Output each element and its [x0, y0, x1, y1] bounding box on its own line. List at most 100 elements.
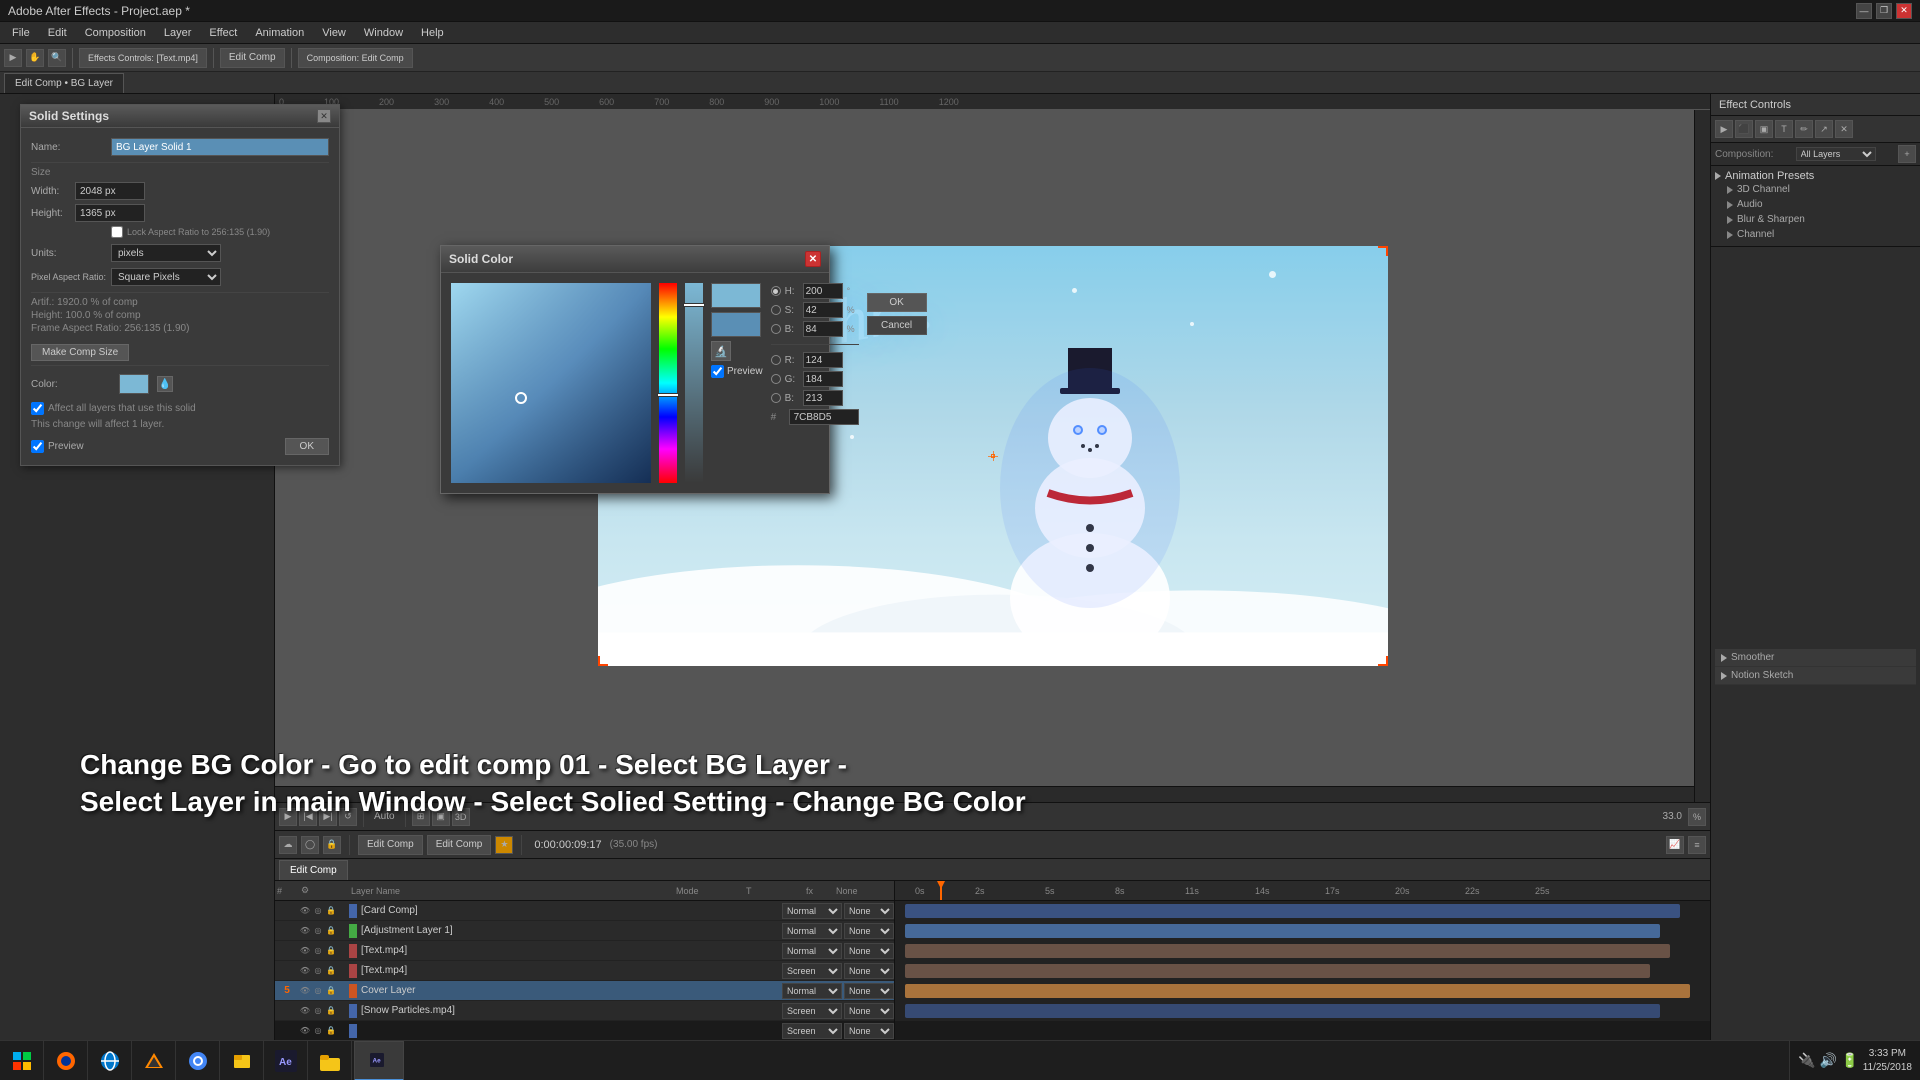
new-group-btn[interactable]: + — [1898, 145, 1916, 163]
layer-row-2[interactable]: 👁 ◎ 🔒 [Adjustment Layer 1] Normal None — [275, 921, 894, 941]
color-swatch[interactable] — [119, 374, 149, 394]
tool-zoom[interactable]: 🔍 — [48, 49, 66, 67]
layer-3-matte[interactable]: None — [844, 943, 894, 959]
close-button[interactable]: ✕ — [1896, 3, 1912, 19]
solid-color-ok-button[interactable]: OK — [867, 293, 927, 312]
ae-icon[interactable]: Ae — [264, 1041, 308, 1080]
layer-2-mode[interactable]: Normal — [782, 923, 842, 939]
playhead[interactable] — [940, 881, 942, 900]
tl-lock[interactable]: 🔒 — [323, 836, 341, 854]
layer-5-matte[interactable]: None — [844, 983, 894, 999]
effects-controls-tab[interactable]: Effects Controls: [Text.mp4] — [79, 48, 207, 68]
solid-settings-close[interactable]: ✕ — [317, 109, 331, 123]
layer-6-lock[interactable]: 🔒 — [325, 1005, 337, 1017]
tab-edit-comp-bg[interactable]: Edit Comp • BG Layer — [4, 73, 124, 93]
layer-3-vis[interactable]: 👁 — [299, 945, 311, 957]
rgb-r-radio[interactable] — [771, 355, 781, 365]
menu-view[interactable]: View — [314, 25, 354, 41]
rgb-b-radio[interactable] — [771, 393, 781, 403]
smoother-header[interactable]: Smoother — [1715, 649, 1916, 667]
effects-icon-5[interactable]: ✏ — [1795, 120, 1813, 138]
firefox-icon[interactable] — [44, 1041, 88, 1080]
edit-comp-tab-top[interactable]: Edit Comp — [220, 48, 285, 68]
make-comp-size-button[interactable]: Make Comp Size — [31, 344, 129, 361]
restore-button[interactable]: ❐ — [1876, 3, 1892, 19]
layer-4-solo[interactable]: ◎ — [312, 965, 324, 977]
layer-2-vis[interactable]: 👁 — [299, 925, 311, 937]
preset-audio[interactable]: Audio — [1715, 197, 1916, 212]
layer-6-mode[interactable]: Screen — [782, 1003, 842, 1019]
layer-3-lock[interactable]: 🔒 — [325, 945, 337, 957]
name-input[interactable] — [111, 138, 329, 156]
eyedropper-button[interactable]: 💧 — [157, 376, 173, 392]
effects-icon-4[interactable]: T — [1775, 120, 1793, 138]
chrome-icon[interactable] — [176, 1041, 220, 1080]
layer-1-solo[interactable]: ◎ — [312, 905, 324, 917]
rgb-b-input[interactable] — [803, 390, 843, 406]
tl-solo[interactable]: ◯ — [301, 836, 319, 854]
network-icon[interactable]: 🔌 — [1798, 1052, 1815, 1069]
layer-6-matte[interactable]: None — [844, 1003, 894, 1019]
layer-1-vis[interactable]: 👁 — [299, 905, 311, 917]
solid-color-cancel-button[interactable]: Cancel — [867, 316, 927, 335]
alpha-slider-container[interactable] — [685, 283, 703, 483]
height-input[interactable] — [75, 204, 145, 222]
layer-row-1[interactable]: 👁 ◎ 🔒 [Card Comp] Normal None — [275, 901, 894, 921]
tl-flag[interactable]: ★ — [495, 836, 513, 854]
hsb-s-radio[interactable] — [771, 305, 781, 315]
menu-animation[interactable]: Animation — [247, 25, 312, 41]
eyedropper-dialog-button[interactable]: 🔬 — [711, 341, 731, 361]
hsb-h-radio[interactable] — [771, 286, 781, 296]
layer-4-matte[interactable]: None — [844, 963, 894, 979]
effects-icon-1[interactable]: ▶ — [1715, 120, 1733, 138]
menu-edit[interactable]: Edit — [40, 25, 75, 41]
layer-7-vis[interactable]: 👁 — [299, 1025, 311, 1037]
rgb-g-radio[interactable] — [771, 374, 781, 384]
layer-7-lock[interactable]: 🔒 — [325, 1025, 337, 1037]
tool-arrow[interactable]: ▶ — [4, 49, 22, 67]
units-select[interactable]: pixels — [111, 244, 221, 262]
tab-edit-comp-timeline[interactable]: Edit Comp — [279, 860, 348, 880]
preset-blur-sharpen[interactable]: Blur & Sharpen — [1715, 212, 1916, 227]
rgb-r-input[interactable] — [803, 352, 843, 368]
composition-edit-comp-tab[interactable]: Composition: Edit Comp — [298, 48, 413, 68]
preview-check-input[interactable] — [711, 365, 724, 378]
layer-row-4[interactable]: 👁 ◎ 🔒 [Text.mp4] Screen None — [275, 961, 894, 981]
folder-icon[interactable] — [308, 1041, 352, 1080]
pixel-aspect-select[interactable]: Square Pixels — [111, 268, 221, 286]
menu-help[interactable]: Help — [413, 25, 452, 41]
layer-4-lock[interactable]: 🔒 — [325, 965, 337, 977]
layer-7-solo[interactable]: ◎ — [312, 1025, 324, 1037]
layer-row-6[interactable]: 👁 ◎ 🔒 [Snow Particles.mp4] Screen None — [275, 1001, 894, 1021]
layer-3-mode[interactable]: Normal — [782, 943, 842, 959]
layer-5-lock[interactable]: 🔒 — [325, 985, 337, 997]
hsb-b-radio[interactable] — [771, 324, 781, 334]
animation-presets-header[interactable]: Animation Presets — [1715, 170, 1916, 182]
effects-icon-6[interactable]: ↗ — [1815, 120, 1833, 138]
lock-aspect-checkbox[interactable] — [111, 226, 123, 238]
layer-7-mode[interactable]: Screen — [782, 1023, 842, 1039]
solid-color-close[interactable]: ✕ — [805, 251, 821, 267]
edit-comp-timeline-btn[interactable]: Edit Comp — [358, 835, 423, 855]
affect-layers-checkbox[interactable] — [31, 402, 44, 415]
hsb-b-input[interactable] — [803, 321, 843, 337]
start-button[interactable] — [0, 1041, 44, 1080]
hue-slider-container[interactable] — [659, 283, 677, 483]
layer-1-mode[interactable]: Normal — [782, 903, 842, 919]
layer-4-mode[interactable]: Screen — [782, 963, 842, 979]
hsb-h-input[interactable] — [803, 283, 843, 299]
tl-graph-editor[interactable]: 📈 — [1666, 836, 1684, 854]
vlc-icon[interactable] — [132, 1041, 176, 1080]
effects-icon-2[interactable]: ⬛ — [1735, 120, 1753, 138]
layer-2-lock[interactable]: 🔒 — [325, 925, 337, 937]
menu-composition[interactable]: Composition — [77, 25, 154, 41]
volume-icon[interactable]: 🔊 — [1820, 1052, 1837, 1069]
layer-5-solo[interactable]: ◎ — [312, 985, 324, 997]
ie-icon[interactable] — [88, 1041, 132, 1080]
menu-effect[interactable]: Effect — [201, 25, 245, 41]
tl-enable-all[interactable]: ☁ — [279, 836, 297, 854]
layer-5-mode[interactable]: Normal — [782, 983, 842, 999]
preset-channel[interactable]: Channel — [1715, 227, 1916, 242]
solid-settings-ok-button[interactable]: OK — [285, 438, 329, 455]
effects-icon-3[interactable]: ▣ — [1755, 120, 1773, 138]
